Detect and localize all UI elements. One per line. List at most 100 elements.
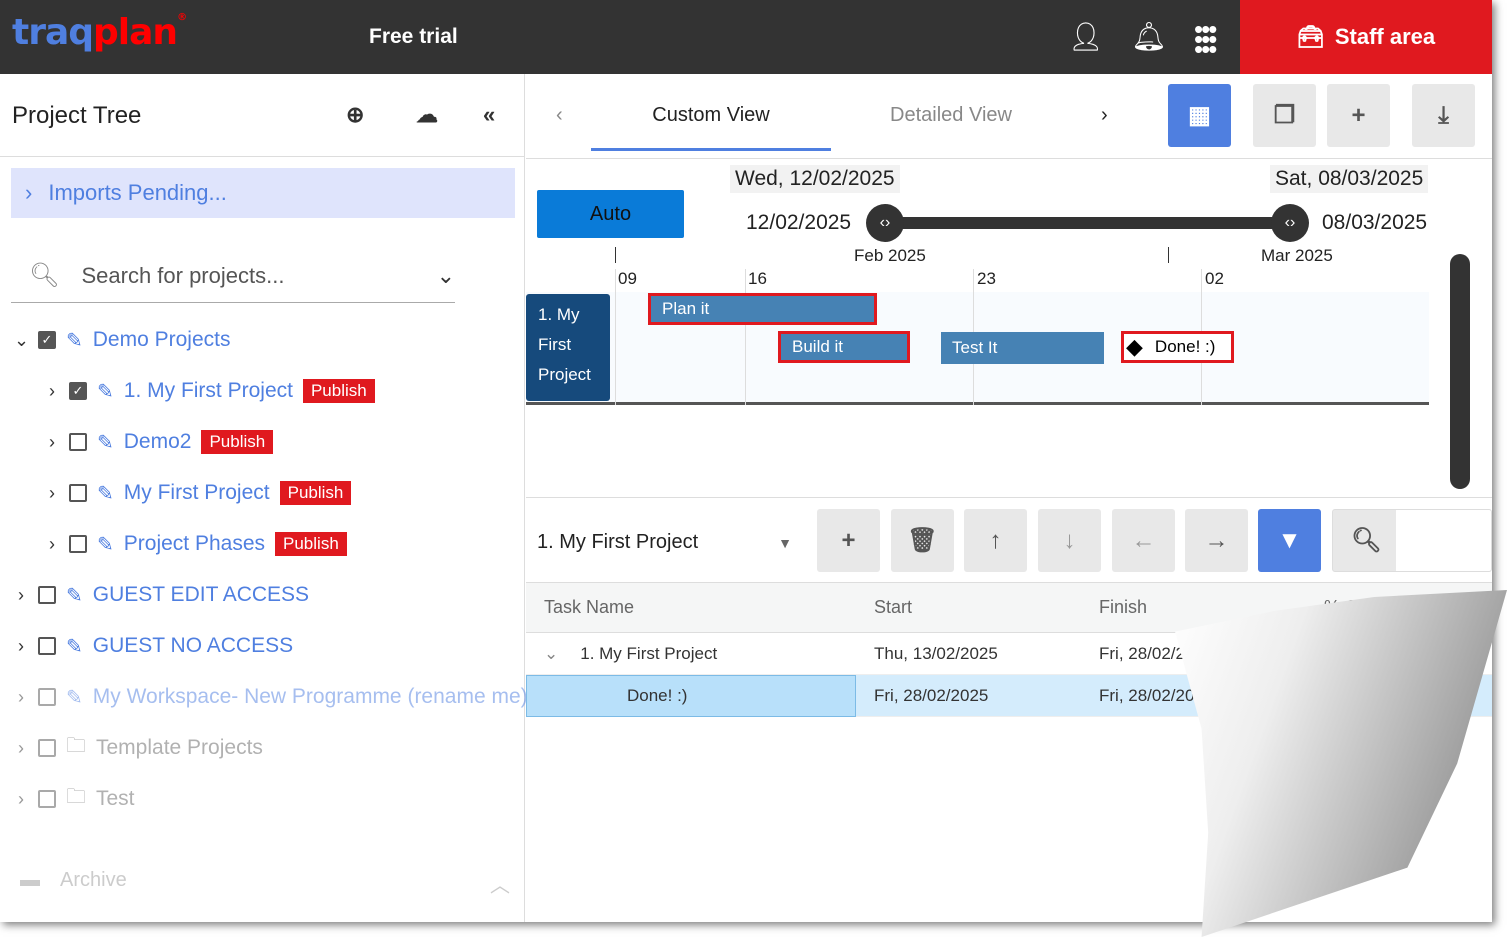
publish-badge[interactable]: Publish <box>275 532 347 556</box>
user-icon[interactable]: 👤︎ <box>1068 20 1104 53</box>
scrollbar[interactable] <box>1450 254 1470 489</box>
tree-item[interactable]: › ✎ My Workspace- New Programme (rename … <box>14 682 528 712</box>
add-button[interactable]: + <box>1327 84 1390 147</box>
checkbox[interactable] <box>38 637 56 655</box>
tree-item[interactable]: › ✎ My First Project Publish <box>45 478 352 508</box>
lane-label: 1. My First Project <box>526 294 610 401</box>
week-label: 09 <box>618 269 637 288</box>
filter-button[interactable]: ▼ <box>1258 509 1321 572</box>
pencil-icon: ✎ <box>97 533 114 556</box>
bell-icon[interactable]: 🔔︎ <box>1131 20 1167 53</box>
pencil-icon: ✎ <box>66 686 83 709</box>
pencil-icon: ✎ <box>66 635 83 658</box>
publish-badge[interactable]: Publish <box>201 430 274 454</box>
checkbox[interactable] <box>38 688 56 706</box>
range-start-handle[interactable]: ‹› <box>866 204 904 242</box>
grid-view-button[interactable]: ▦ <box>1168 84 1231 147</box>
chevron-right-icon[interactable]: › <box>45 381 59 402</box>
tab-detailed-view[interactable]: Detailed View <box>831 104 1071 127</box>
chevron-right-icon[interactable]: › <box>45 534 59 555</box>
tree-item-label: Demo Projects <box>92 328 231 351</box>
date-range-slider[interactable] <box>884 217 1289 229</box>
tree-item[interactable]: › ✎ GUEST EDIT ACCESS <box>14 580 309 610</box>
checkbox[interactable] <box>38 739 56 757</box>
checkbox[interactable] <box>69 535 87 553</box>
week-label: 16 <box>748 269 767 288</box>
week-label: 02 <box>1205 269 1224 288</box>
chevron-right-icon[interactable]: › <box>45 432 59 453</box>
tree-item[interactable]: › 🗀 Test <box>14 784 135 814</box>
chevron-right-icon[interactable]: › <box>14 585 28 606</box>
tree-item[interactable]: › ✎ Project Phases Publish <box>45 529 347 559</box>
tree-item[interactable]: › ✎ Demo2 Publish <box>45 427 274 457</box>
milestone[interactable]: ◆ Done! :) <box>1121 331 1234 363</box>
chevron-right-icon[interactable]: › <box>14 789 28 810</box>
col-start[interactable]: Start <box>856 597 1081 618</box>
apps-grid-icon[interactable]: ••• ••• ••• <box>1194 16 1217 62</box>
move-up-button[interactable]: ↑ <box>964 509 1027 572</box>
publish-badge[interactable]: Publish <box>302 379 375 403</box>
copy-button[interactable]: ❐ <box>1253 84 1316 147</box>
pencil-icon: ✎ <box>97 482 114 505</box>
tab-prev-icon[interactable]: ‹ <box>556 104 563 127</box>
move-down-button[interactable]: ↓ <box>1038 509 1101 572</box>
diamond-icon: ◆ <box>1126 334 1143 359</box>
tree-item-label: GUEST EDIT ACCESS <box>92 583 310 606</box>
tree-item[interactable]: ⌄ ✓ ✎ Demo Projects <box>14 325 230 355</box>
panel-title: Project Tree <box>12 102 142 129</box>
cloud-upload-icon[interactable]: ☁ <box>416 102 438 128</box>
indent-button[interactable]: → <box>1185 509 1248 572</box>
pencil-icon: ✎ <box>97 431 114 454</box>
start-date-box: Wed, 12/02/2025 <box>730 165 900 193</box>
collapse-panel-icon[interactable]: « <box>483 102 495 128</box>
outdent-button[interactable]: ← <box>1112 509 1175 572</box>
tab-custom-view[interactable]: Custom View <box>591 104 831 151</box>
tree-item-label: Template Projects <box>96 736 263 759</box>
auto-button[interactable]: Auto <box>537 190 684 238</box>
pencil-icon: ✎ <box>97 380 114 403</box>
tree-item-label: My Workspace- New Programme (rename me) <box>92 685 528 708</box>
chevron-down-icon[interactable]: ⌄ <box>437 263 455 289</box>
range-end-handle[interactable]: ‹› <box>1271 204 1309 242</box>
folder-icon: 🗀 <box>66 786 86 808</box>
project-select[interactable]: 1. My First Project ▼ <box>537 531 792 554</box>
range-end-label: 08/03/2025 <box>1322 211 1428 234</box>
range-start-label: 12/02/2025 <box>746 211 852 234</box>
chevron-right-icon[interactable]: › <box>45 483 59 504</box>
staff-area-button[interactable]: 🧰︎ Staff area <box>1240 0 1492 74</box>
search-input[interactable] <box>81 262 437 289</box>
checkbox[interactable] <box>69 433 87 451</box>
col-task-name[interactable]: Task Name <box>526 597 856 618</box>
free-trial-link[interactable]: Free trial <box>369 25 458 49</box>
tree-item[interactable]: › 🗀 Template Projects <box>14 733 263 763</box>
archive-section[interactable]: ▬ Archive ︿ <box>20 869 510 898</box>
task-bar[interactable]: Test It <box>941 332 1104 364</box>
checkbox[interactable] <box>38 790 56 808</box>
search-button[interactable]: 🔍︎ <box>1332 509 1492 572</box>
chevron-down-icon[interactable]: ⌄ <box>14 330 29 351</box>
task-bar[interactable]: Plan it <box>648 293 877 325</box>
tree-item[interactable]: › ✓ ✎ 1. My First Project Publish <box>45 376 375 406</box>
checkbox[interactable] <box>38 586 56 604</box>
chevron-right-icon[interactable]: › <box>14 738 28 759</box>
publish-badge[interactable]: Publish <box>279 481 352 505</box>
checkbox[interactable] <box>69 484 87 502</box>
end-date-box: Sat, 08/03/2025 <box>1270 165 1429 193</box>
tree-item[interactable]: › ✎ GUEST NO ACCESS <box>14 631 293 661</box>
top-bar: traqplan® Free trial 👤︎ 🔔︎ ••• ••• ••• 🧰︎ S… <box>0 0 1492 74</box>
delete-button[interactable]: 🗑︎ <box>891 509 954 572</box>
checkbox[interactable]: ✓ <box>69 382 87 400</box>
tab-next-icon[interactable]: › <box>1101 104 1108 127</box>
imports-pending[interactable]: › Imports Pending... <box>11 168 515 218</box>
download-button[interactable]: ⤓ <box>1412 84 1475 147</box>
task-bar[interactable]: Build it <box>778 331 910 363</box>
add-circle-icon[interactable]: ⊕ <box>346 102 364 128</box>
gantt-chart: Wed, 12/02/2025 Sat, 08/03/2025 Auto 12/… <box>526 158 1492 498</box>
add-task-button[interactable]: + <box>817 509 880 572</box>
project-tree-panel: Project Tree ⊕ ☁ « › Imports Pending... 🔍… <box>0 74 528 922</box>
logo[interactable]: traqplan® <box>12 12 187 53</box>
chevron-down-icon[interactable]: ⌄ <box>544 644 558 663</box>
checkbox[interactable]: ✓ <box>38 331 56 349</box>
chevron-right-icon[interactable]: › <box>14 636 28 657</box>
chevron-right-icon[interactable]: › <box>14 687 28 708</box>
